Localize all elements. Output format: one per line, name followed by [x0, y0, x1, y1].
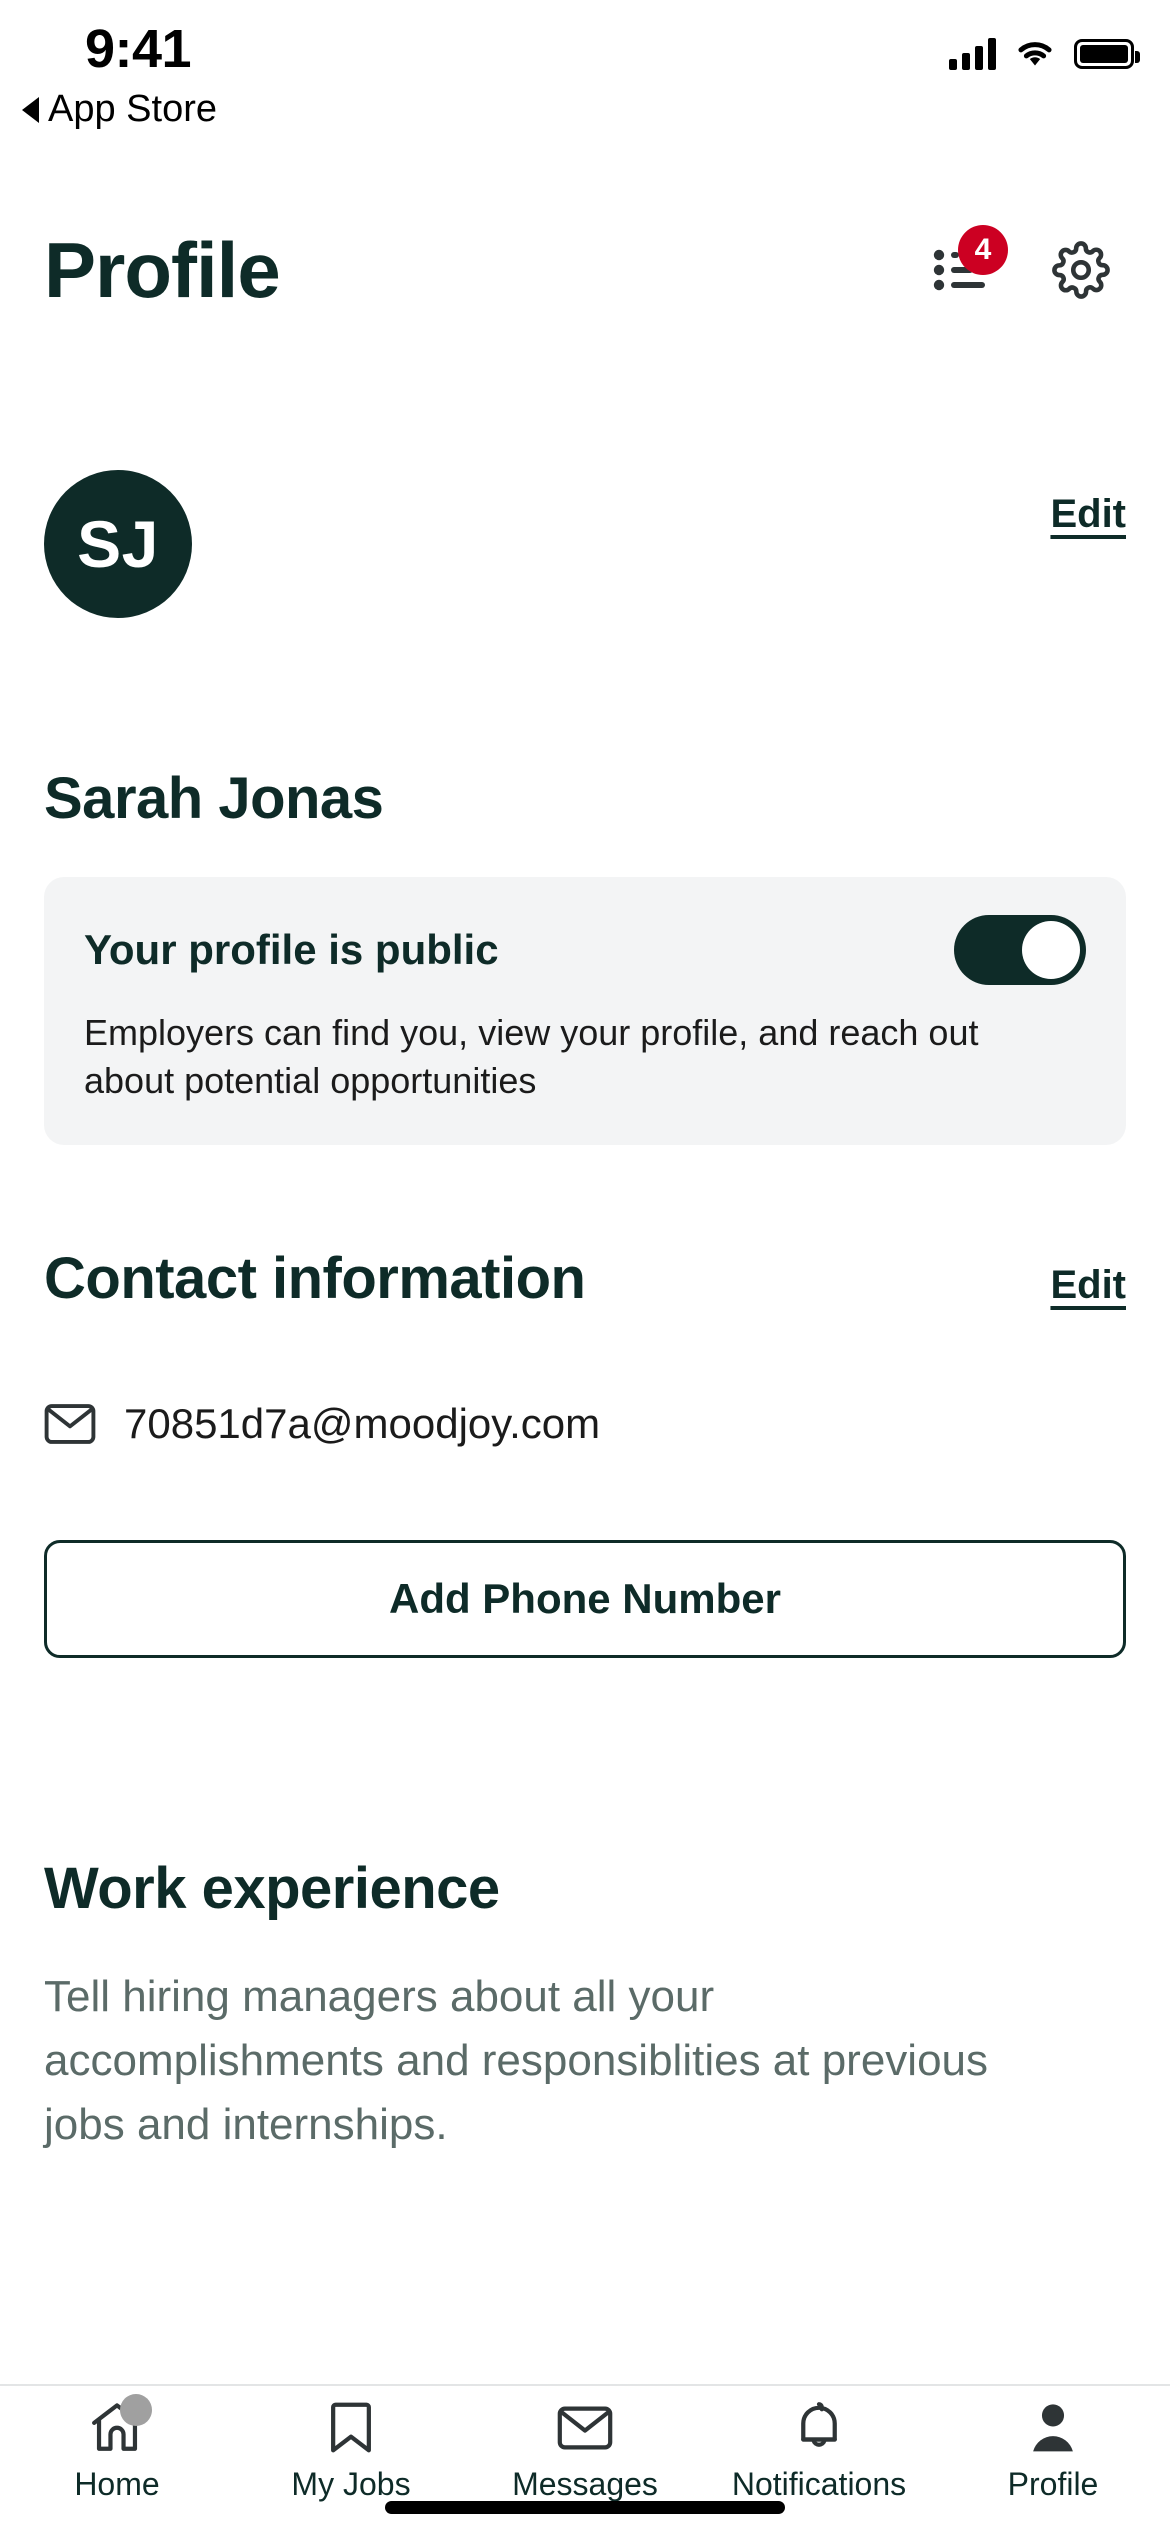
- bookmark-icon: [322, 2400, 380, 2456]
- page-title: Profile: [44, 225, 281, 314]
- contact-section-title: Contact information: [44, 1246, 586, 1311]
- back-link-label: App Store: [48, 88, 217, 130]
- public-profile-card-header: Your profile is public: [84, 915, 1086, 985]
- header-actions: 4: [932, 225, 1126, 299]
- tab-label-home: Home: [74, 2466, 160, 2502]
- back-to-app-store-link[interactable]: App Store: [22, 88, 217, 131]
- settings-button[interactable]: [1052, 241, 1110, 299]
- home-indicator: [385, 2501, 785, 2514]
- work-experience-description: Tell hiring managers about all your acco…: [44, 1972, 989, 2149]
- toggle-knob: [1022, 921, 1080, 979]
- page-header: Profile 4: [0, 210, 1170, 330]
- tab-messages[interactable]: Messages: [468, 2400, 702, 2503]
- status-bar: 9:41 App Store: [0, 0, 1170, 150]
- contact-section-header: Contact information Edit: [44, 1245, 1126, 1312]
- tab-profile[interactable]: Profile: [936, 2400, 1170, 2503]
- edit-profile-link[interactable]: Edit: [1050, 492, 1126, 537]
- add-phone-number-button[interactable]: Add Phone Number: [44, 1540, 1126, 1658]
- avatar[interactable]: SJ: [44, 470, 192, 618]
- notifications-badge: 4: [958, 225, 1008, 275]
- public-profile-toggle[interactable]: [954, 915, 1086, 985]
- public-profile-description: Employers can find you, view your profil…: [84, 1012, 979, 1101]
- tab-label-my-jobs: My Jobs: [291, 2466, 411, 2502]
- phone-screen: 9:41 App Store Profile 4 SJ Edit Sarah J…: [0, 0, 1170, 2532]
- signal-bars-icon: [949, 38, 996, 70]
- public-profile-title: Your profile is public: [84, 926, 499, 973]
- tab-label-notifications: Notifications: [731, 2466, 907, 2502]
- home-badge-dot: [120, 2394, 152, 2426]
- tab-label-profile: Profile: [1007, 2466, 1099, 2502]
- envelope-icon: [44, 1404, 96, 1444]
- status-bar-time: 9:41: [85, 19, 192, 79]
- bell-icon: [790, 2400, 848, 2456]
- work-experience-title: Work experience: [44, 1856, 500, 1921]
- envelope-icon: [556, 2400, 614, 2456]
- edit-contact-link[interactable]: Edit: [1050, 1263, 1126, 1308]
- profile-avatar-row: SJ Edit: [0, 470, 1170, 618]
- home-icon: [88, 2394, 152, 2456]
- email-row[interactable]: 70851d7a@moodjoy.com: [44, 1400, 600, 1448]
- tab-home[interactable]: Home: [0, 2394, 234, 2503]
- gear-icon: [1052, 241, 1110, 299]
- user-name: Sarah Jonas: [44, 766, 384, 831]
- avatar-initials: SJ: [77, 507, 159, 581]
- bottom-tab-bar: Home My Jobs Messages Notifications Prof…: [0, 2384, 1170, 2532]
- tab-notifications[interactable]: Notifications: [702, 2400, 936, 2503]
- tab-label-messages: Messages: [512, 2466, 658, 2502]
- notifications-list-button[interactable]: 4: [932, 225, 1008, 299]
- battery-full-icon: [1074, 39, 1140, 69]
- status-bar-indicators: [949, 38, 1140, 70]
- triangle-left-icon: [22, 96, 39, 123]
- wifi-icon: [1018, 42, 1052, 66]
- person-filled-icon: [1024, 2400, 1082, 2456]
- public-profile-card: Your profile is public Employers can fin…: [44, 877, 1126, 1145]
- tab-my-jobs[interactable]: My Jobs: [234, 2400, 468, 2503]
- email-address: 70851d7a@moodjoy.com: [124, 1400, 601, 1447]
- person-filled-icon: [1033, 2404, 1073, 2452]
